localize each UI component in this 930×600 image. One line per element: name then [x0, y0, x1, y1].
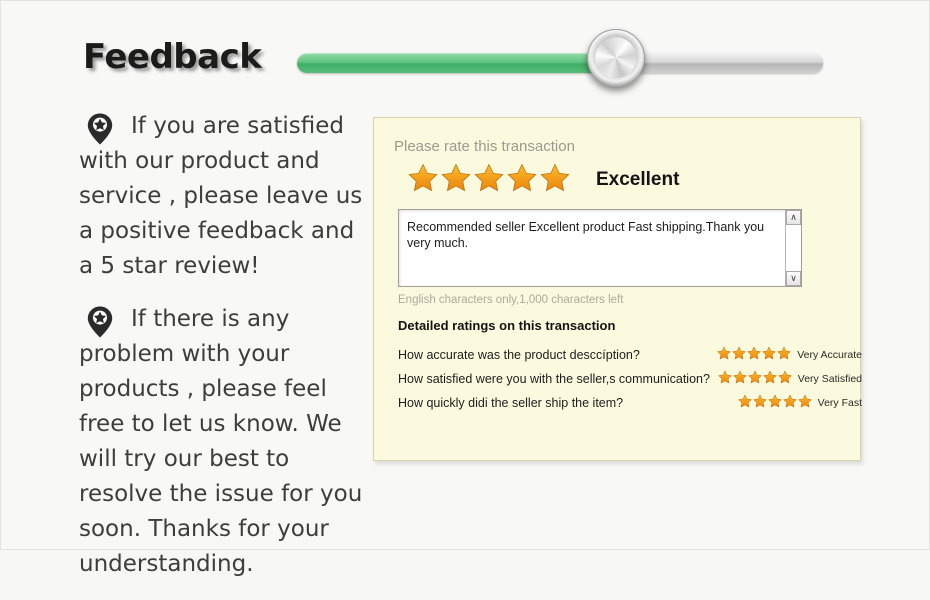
chars-left-label: English characters only,1,000 characters…: [398, 294, 624, 306]
star-icon[interactable]: [747, 369, 762, 389]
rating-panel: Please rate this transaction Excellent R…: [373, 117, 862, 461]
list-item: If you are satisfied with our product an…: [79, 109, 371, 284]
star-icon[interactable]: [732, 345, 747, 365]
rate-prompt: Please rate this transaction: [394, 138, 575, 155]
table-row: How quickly didi the seller ship the ite…: [398, 392, 862, 414]
star-icon[interactable]: [507, 163, 537, 197]
star-icon[interactable]: [762, 369, 777, 389]
star-icon[interactable]: [408, 163, 438, 197]
slider-knob[interactable]: [587, 29, 645, 87]
star-rating-small[interactable]: [737, 393, 812, 413]
progress-slider[interactable]: [297, 53, 823, 73]
star-icon[interactable]: [777, 369, 792, 389]
star-icon[interactable]: [474, 163, 504, 197]
star-icon[interactable]: [737, 393, 752, 413]
star-icon[interactable]: [777, 345, 792, 365]
star-icon[interactable]: [767, 393, 782, 413]
overall-rating[interactable]: Excellent: [408, 163, 844, 197]
rating-question: How accurate was the product desccíption…: [398, 348, 640, 362]
star-icon[interactable]: [797, 393, 812, 413]
map-pin-star-icon: [87, 113, 113, 145]
star-icon[interactable]: [717, 369, 732, 389]
page-header: Feedback: [1, 1, 930, 101]
star-icon[interactable]: [752, 393, 767, 413]
rating-value: Very Fast: [817, 397, 862, 409]
list-item: If there is any problem with your produc…: [79, 302, 371, 582]
star-rating-small[interactable]: [717, 369, 792, 389]
instructions-column: If you are satisfied with our product an…: [79, 109, 371, 600]
rating-value: Very Accurate: [797, 349, 862, 361]
star-icon[interactable]: [540, 163, 570, 197]
star-rating-small[interactable]: [717, 345, 792, 365]
rating-question: How quickly didi the seller ship the ite…: [398, 396, 624, 410]
slider-fill: [297, 53, 617, 73]
star-icon[interactable]: [782, 393, 797, 413]
rating-word: Excellent: [596, 169, 680, 190]
star-icon[interactable]: [717, 345, 732, 365]
list-item-text: If there is any problem with your produc…: [79, 306, 363, 577]
scroll-up-icon[interactable]: ∧: [786, 210, 801, 225]
map-pin-star-icon: [87, 306, 113, 338]
star-icon[interactable]: [441, 163, 471, 197]
feedback-page: Feedback If you are satisfied with our p…: [0, 0, 930, 577]
textarea-scrollbar[interactable]: ∧ ∨: [785, 210, 801, 286]
detailed-ratings-list: How accurate was the product desccíption…: [398, 344, 862, 414]
table-row: How accurate was the product desccíption…: [398, 344, 862, 366]
table-row: How satisfied were you with the seller,s…: [398, 368, 862, 390]
comment-text[interactable]: Recommended seller Excellent product Fas…: [407, 219, 777, 251]
detailed-ratings-title: Detailed ratings on this transaction: [398, 318, 616, 333]
comment-textarea[interactable]: Recommended seller Excellent product Fas…: [398, 209, 802, 287]
scroll-down-icon[interactable]: ∨: [786, 271, 801, 286]
rating-question: How satisfied were you with the seller,s…: [398, 372, 710, 386]
star-rating-big[interactable]: [408, 163, 570, 197]
list-item-text: If you are satisfied with our product an…: [79, 113, 363, 279]
page-title: Feedback: [83, 37, 262, 77]
star-icon[interactable]: [732, 369, 747, 389]
star-icon[interactable]: [747, 345, 762, 365]
star-icon[interactable]: [762, 345, 777, 365]
rating-value: Very Satisfied: [797, 373, 862, 385]
